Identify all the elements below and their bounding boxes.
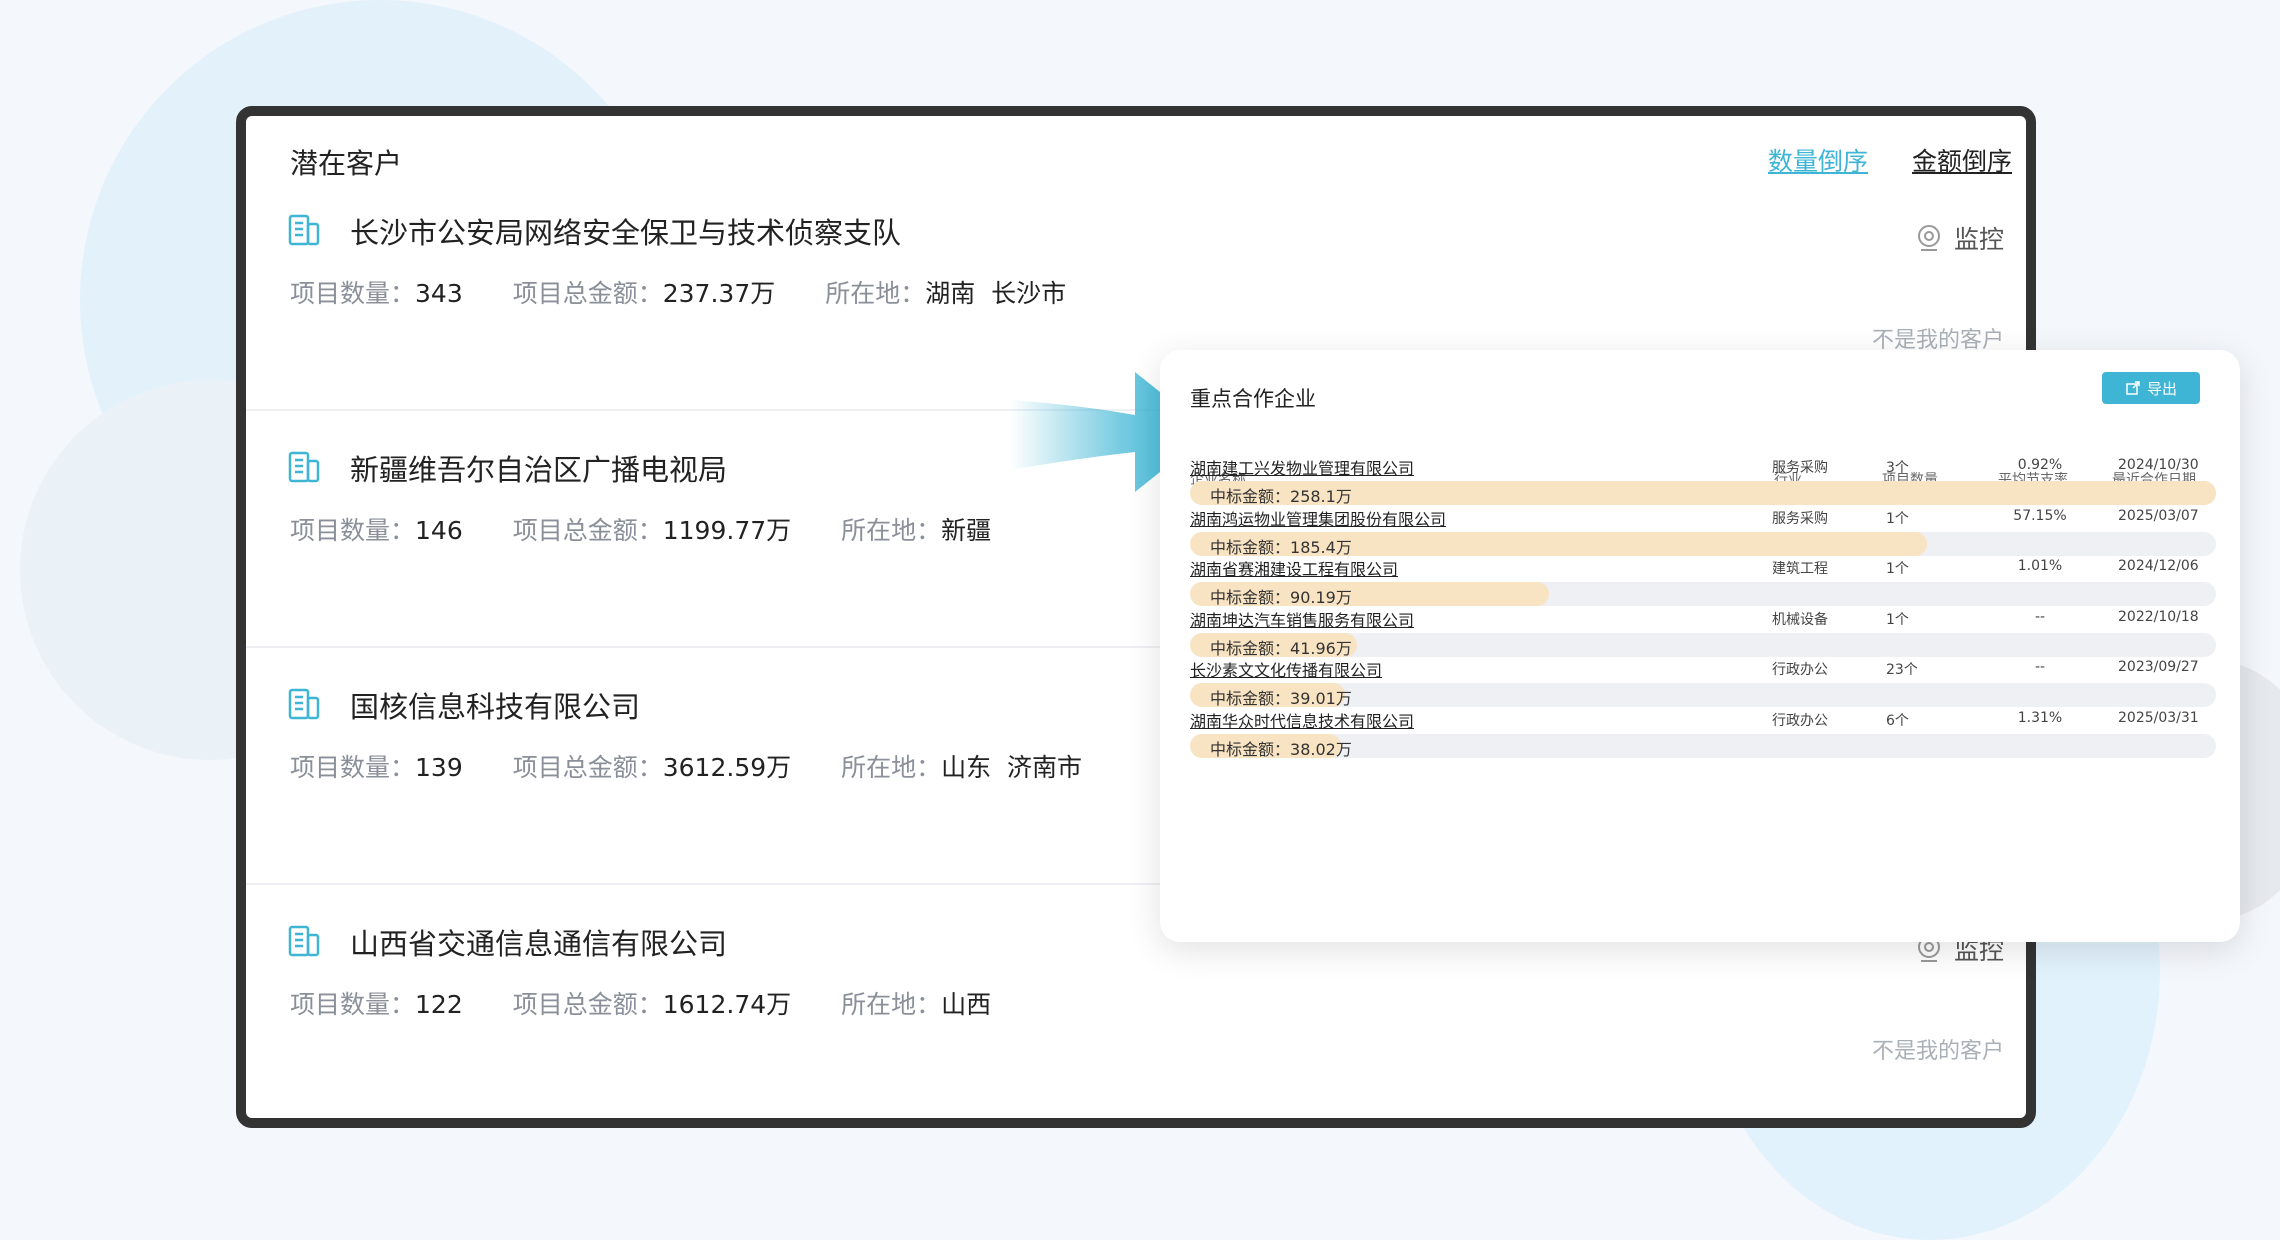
total-amount-label: 项目总金额： [512,279,663,308]
bid-amount-label: 中标金额： [1210,689,1291,708]
client-name[interactable]: 新疆维吾尔自治区广播电视局 [350,447,727,489]
bid-amount-label: 中标金额： [1210,537,1291,557]
bid-amount-text: 中标金额：90.19万 [1210,584,1352,608]
partner-count: 23个 [1886,662,1918,678]
partner-ratio: 1.31% [2017,709,2063,726]
bid-amount-text: 中标金额：185.4万 [1210,534,1352,558]
bid-amount-bar: 中标金额：38.02万 [1190,733,2216,760]
total-amount-label: 项目总金额： [512,990,663,1019]
partner-name-link[interactable]: 湖南坤达汽车销售服务有限公司 [1190,607,1414,631]
location-label: 所在地： [825,279,926,308]
bid-amount-text: 中标金额：258.1万 [1210,483,1352,507]
partner-count: 1个 [1886,510,1909,527]
project-count-label: 项目数量： [290,990,416,1019]
location-label: 所在地： [841,990,942,1019]
bid-amount-label: 中标金额： [1210,739,1291,759]
bid-amount-text: 中标金额：39.01万 [1210,685,1352,709]
location-label: 所在地： [841,516,942,545]
partner-ratio: 0.92% [2017,457,2063,473]
partner-date: 2023/09/27 [2118,659,2199,675]
bid-amount-label: 中标金额： [1210,638,1291,658]
partner-count: 1个 [1886,611,1909,628]
project-count-value: 122 [415,990,463,1019]
client-name[interactable]: 山西省交通信息通信有限公司 [350,921,727,963]
partner-count: 3个 [1886,460,1909,476]
client-stats: 项目数量：139 项目总金额：3612.59万 所在地：山东 济南市 [290,748,1082,784]
partner-count: 1个 [1886,561,1909,577]
location-value: 湖南 长沙市 [925,279,1067,308]
bid-amount-bar: 中标金额：41.96万 [1190,632,2216,659]
partner-industry: 行政办公 [1772,712,1828,729]
project-count-value: 343 [415,279,463,308]
partner-ratio: -- [2034,608,2046,625]
bid-amount-text: 中标金额：38.02万 [1210,736,1352,760]
bid-amount-bar: 中标金额：39.01万 [1190,683,2216,709]
project-count-label: 项目数量： [290,753,416,782]
partner-date: 2024/12/06 [2118,558,2199,574]
project-count-label: 项目数量： [290,516,416,545]
partner-date: 2025/03/31 [2118,709,2199,726]
total-amount-label: 项目总金额： [512,516,663,545]
project-count-label: 项目数量： [290,279,416,308]
partner-name-link[interactable]: 湖南建工兴发物业管理有限公司 [1190,455,1414,479]
project-count-value: 139 [415,753,463,782]
export-icon [2126,381,2140,395]
project-count-value: 146 [415,516,463,545]
bid-amount-bar: 中标金额：185.4万 [1190,531,2216,558]
building-icon [288,925,320,957]
building-icon [288,688,320,720]
monitor-button[interactable]: 监控 [1914,220,2004,256]
key-partners-popup: 重点合作企业 导出 企业名称 行业 项目数量 平均节支率 最近合作日期 湖南建工… [1160,350,2240,942]
popup-title: 重点合作企业 [1190,387,1316,411]
building-icon [288,451,320,483]
partner-name-link[interactable]: 长沙素文文化传播有限公司 [1190,657,1382,681]
partner-name-link[interactable]: 湖南省赛湘建设工程有限公司 [1190,556,1398,580]
not-my-client-link[interactable]: 不是我的客户 [1872,1033,2004,1065]
partner-industry: 建筑工程 [1772,561,1828,577]
partner-date: 2022/10/18 [2118,608,2199,625]
partner-ratio: -- [2034,659,2046,675]
bid-amount-value: 39.01万 [1290,689,1352,708]
client-name[interactable]: 长沙市公安局网络安全保卫与技术侦察支队 [350,210,901,252]
partner-count: 6个 [1886,712,1909,729]
partner-date: 2024/10/30 [2118,457,2199,473]
partner-industry: 服务采购 [1772,510,1828,527]
total-amount-label: 项目总金额： [512,753,663,782]
building-icon [288,214,320,246]
bid-amount-bar: 中标金额：90.19万 [1190,582,2216,608]
partner-ratio: 1.01% [2017,558,2063,574]
bid-amount-value: 258.1万 [1290,487,1352,506]
client-stats: 项目数量：122 项目总金额：1612.74万 所在地：山西 [290,985,991,1021]
bid-amount-text: 中标金额：41.96万 [1210,635,1352,659]
client-stats: 项目数量：343 项目总金额：237.37万 所在地：湖南 长沙市 [290,274,1066,310]
export-button[interactable]: 导出 [2102,372,2200,404]
location-value: 山东 济南市 [941,753,1083,782]
location-value: 山西 [941,990,992,1019]
client-stats: 项目数量：146 项目总金额：1199.77万 所在地：新疆 [290,511,991,547]
total-amount-value: 237.37万 [662,279,776,308]
total-amount-value: 1612.74万 [662,990,792,1019]
bid-amount-value: 90.19万 [1290,588,1352,607]
bid-amount-value: 185.4万 [1290,537,1352,557]
total-amount-value: 3612.59万 [662,753,792,782]
bid-amount-label: 中标金额： [1210,588,1291,607]
partner-date: 2025/03/07 [2118,507,2199,524]
location-label: 所在地： [841,753,942,782]
bid-amount-value: 41.96万 [1290,638,1352,658]
location-value: 新疆 [941,516,992,545]
client-name[interactable]: 国核信息科技有限公司 [350,684,640,726]
export-label: 导出 [2146,379,2177,398]
partner-industry: 行政办公 [1772,662,1828,678]
bid-amount-value: 38.02万 [1290,739,1352,759]
partner-industry: 服务采购 [1772,460,1828,476]
monitor-camera-icon [1918,225,1940,251]
bid-amount-bar: 中标金额：258.1万 [1190,481,2216,507]
partner-industry: 机械设备 [1772,611,1828,628]
partner-name-link[interactable]: 湖南鸿运物业管理集团股份有限公司 [1190,506,1446,530]
partner-ratio: 57.15% [2013,507,2067,524]
total-amount-value: 1199.77万 [662,516,792,545]
partner-name-link[interactable]: 湖南华众时代信息技术有限公司 [1190,708,1414,732]
monitor-label: 监控 [1954,225,2005,254]
bid-amount-label: 中标金额： [1210,487,1291,506]
